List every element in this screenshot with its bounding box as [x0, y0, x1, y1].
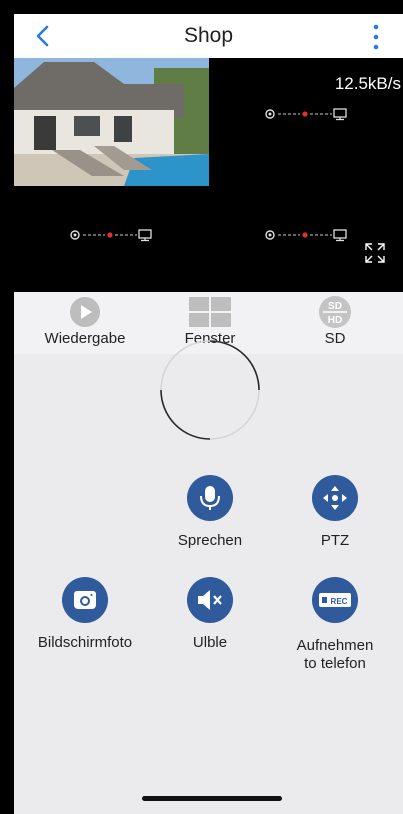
record-label-line2: to telefon	[304, 655, 366, 672]
home-indicator[interactable]	[142, 796, 282, 801]
channel-connecting-indicator	[265, 229, 347, 242]
app-screen: Shop 12.5kB/s Wiedergabe Fenster SD HD S…	[14, 14, 403, 814]
record-icon: REC	[319, 593, 351, 607]
loading-spinner	[160, 340, 260, 440]
mute-button[interactable]: Ulble	[150, 577, 270, 652]
nav-bar: Shop	[14, 14, 403, 58]
grid-icon	[189, 297, 231, 327]
svg-text:HD: HD	[328, 315, 342, 326]
record-label: Aufnehmen to telefon	[275, 637, 395, 673]
camera-feed-thumbnail[interactable]	[14, 58, 209, 186]
speak-button[interactable]: Sprechen	[150, 475, 270, 550]
channel-connecting-indicator	[70, 229, 152, 242]
channel-connecting-indicator	[265, 108, 347, 121]
record-label-line1: Aufnehmen	[296, 637, 374, 654]
mute-label: Ulble	[192, 634, 228, 651]
rec-badge-text: REC	[331, 597, 348, 606]
playback-button[interactable]: Wiedergabe	[25, 296, 145, 347]
microphone-icon	[200, 486, 220, 510]
record-circle: REC	[312, 577, 358, 623]
screenshot-button[interactable]: Bildschirmfoto	[25, 577, 145, 652]
bitrate-readout: 12.5kB/s	[334, 74, 401, 93]
ptz-label: PTZ	[320, 532, 350, 549]
speaker-muted-icon	[198, 590, 222, 610]
playback-label: Wiedergabe	[44, 330, 126, 347]
more-vertical-icon[interactable]	[369, 22, 383, 52]
speak-circle	[187, 475, 233, 521]
record-button[interactable]: REC Aufnehmen to telefon	[275, 577, 395, 673]
stream-quality-label: SD	[324, 330, 346, 347]
camera-icon	[74, 591, 96, 609]
page-title: Shop	[183, 24, 234, 47]
speak-label: Sprechen	[177, 532, 243, 549]
sd-hd-icon: SD HD	[319, 296, 351, 328]
play-icon	[70, 297, 100, 327]
screenshot-circle	[62, 577, 108, 623]
stream-quality-button[interactable]: SD HD SD	[275, 296, 395, 347]
video-grid: 12.5kB/s	[14, 58, 403, 292]
ptz-circle	[312, 475, 358, 521]
directional-pad-icon	[323, 486, 347, 510]
svg-text:SD: SD	[328, 301, 342, 312]
mute-circle	[187, 577, 233, 623]
ptz-button[interactable]: PTZ	[275, 475, 395, 550]
fullscreen-expand-icon[interactable]	[364, 242, 386, 264]
screenshot-label: Bildschirmfoto	[37, 634, 133, 651]
